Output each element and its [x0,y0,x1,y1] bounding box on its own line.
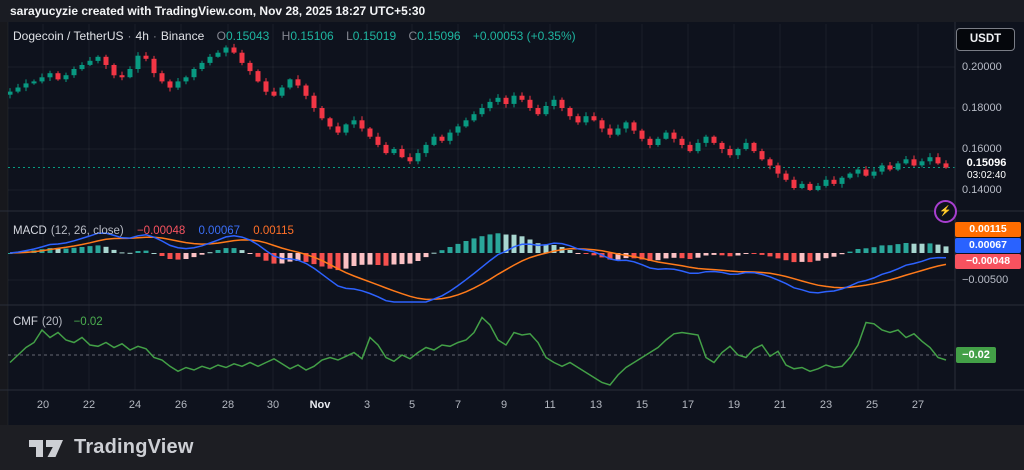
time-axis-tick[interactable]: 17 [682,399,694,411]
legend-separator: · [153,29,157,43]
price-axis-tick[interactable]: 0.20000 [962,61,1002,73]
boost-lightning-icon[interactable]: ⚡ [934,200,957,223]
cmf-value-badge: −0.02 [956,347,996,363]
macd-params: (12, 26, close) [51,225,124,237]
price-axis-tick[interactable]: 0.16000 [962,143,1002,155]
cmf-legend: CMF (20) −0.02 [13,316,103,328]
cmf-value: −0.02 [74,316,103,328]
time-axis-tick[interactable]: 26 [175,399,187,411]
time-axis-tick[interactable]: 21 [774,399,786,411]
ohlc-low-label: L [346,29,353,43]
macd-signal-badge: 0.00115 [955,222,1021,237]
attribution-text: sarayucyzie created with TradingView.com… [10,4,425,18]
time-axis-tick[interactable]: 7 [455,399,461,411]
time-axis-tick[interactable]: 9 [501,399,507,411]
symbol-name: Dogecoin / TetherUS [13,29,124,43]
ohlc-open-label: O [217,29,226,43]
price-change: +0.00053 (+0.35%) [473,29,576,43]
last-price-badge: 0.15096 03:02:40 [956,155,1017,184]
ohlc-close-label: C [409,29,418,43]
time-axis-tick[interactable]: 23 [820,399,832,411]
macd-axis-tick[interactable]: −0.00500 [962,274,1008,286]
symbol-legend: Dogecoin / TetherUS·4h·Binance O0.15043 … [13,29,576,43]
macd-signal-value: 0.00115 [253,225,294,237]
tradingview-logo-icon [28,436,64,460]
price-axis-tick[interactable]: 0.18000 [962,102,1002,114]
macd-histogram-value: −0.00048 [137,225,185,237]
time-axis-tick[interactable]: 27 [912,399,924,411]
ohlc-open-value: 0.15043 [226,29,269,43]
time-axis-tick[interactable]: 22 [83,399,95,411]
legend-separator: · [128,29,132,43]
time-axis-tick[interactable]: 25 [866,399,878,411]
symbol-exchange: Binance [161,29,204,43]
macd-line-badge: 0.00067 [955,238,1021,253]
macd-line-value: 0.00067 [198,225,240,237]
time-axis-tick[interactable]: 20 [37,399,49,411]
time-axis-tick[interactable]: 30 [267,399,279,411]
time-axis-tick[interactable]: 28 [222,399,234,411]
cmf-title: CMF [13,316,38,328]
time-axis-tick[interactable]: 3 [364,399,370,411]
time-axis-tick[interactable]: 5 [409,399,415,411]
tradingview-snapshot: sarayucyzie created with TradingView.com… [0,0,1024,470]
time-axis-tick[interactable]: 19 [728,399,740,411]
macd-title: MACD [13,225,47,237]
ohlc-close-value: 0.15096 [417,29,460,43]
attribution-bar: sarayucyzie created with TradingView.com… [0,0,1024,22]
bar-countdown: 03:02:40 [956,170,1017,182]
ohlc-low-value: 0.15019 [353,29,396,43]
ohlc-high-value: 0.15106 [290,29,333,43]
price-axis-tick[interactable]: 0.14000 [962,184,1002,196]
macd-legend: MACD (12, 26, close) −0.00048 0.00067 0.0… [13,225,294,237]
symbol-interval: 4h [136,29,149,43]
time-axis-tick[interactable]: 15 [636,399,648,411]
last-price-value: 0.15096 [956,157,1017,170]
currency-usdt-button[interactable]: USDT [956,28,1015,51]
time-axis-tick[interactable]: 11 [544,399,555,411]
cmf-params: (20) [42,316,62,328]
footer-bar: TradingView [0,425,1024,470]
tradingview-wordmark: TradingView [74,436,194,459]
time-axis-tick[interactable]: Nov [310,399,331,411]
time-axis-tick[interactable]: 24 [129,399,141,411]
time-axis-tick[interactable]: 13 [590,399,602,411]
macd-histogram-badge: −0.00048 [955,254,1021,269]
